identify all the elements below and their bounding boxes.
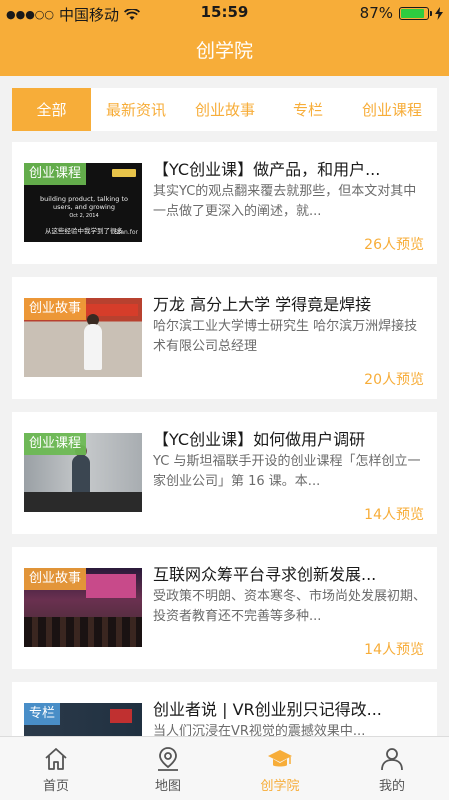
tab-all[interactable]: 全部 bbox=[12, 88, 91, 131]
preview-count: 26人预览 bbox=[364, 237, 424, 253]
article-title: 互联网众筹平台寻求创新发展... bbox=[153, 565, 377, 584]
battery-percent: 87% bbox=[359, 4, 393, 22]
thumb-person bbox=[84, 324, 102, 370]
category-tag: 专栏 bbox=[24, 703, 61, 725]
app-screen: ●●●○○ 中国移动 15:59 87% 创学院 全部 最新资讯 创业故事 专栏… bbox=[0, 0, 449, 800]
category-tabs: 全部 最新资讯 创业故事 专栏 创业课程 bbox=[12, 88, 437, 131]
article-thumbnail: building product, talking to users, and … bbox=[24, 163, 142, 242]
bottom-tab-home[interactable]: 首页 bbox=[0, 737, 112, 800]
article-thumbnail: 创业故事 bbox=[24, 568, 142, 647]
thumb-logo bbox=[110, 709, 132, 723]
article-card[interactable]: 创业故事 互联网众筹平台寻求创新发展... 受政策不明朗、资本寒冬、市场尚处发展… bbox=[12, 547, 437, 669]
preview-count: 14人预览 bbox=[364, 642, 424, 658]
bottom-tab-label: 创学院 bbox=[260, 779, 300, 794]
bottom-tab-label: 首页 bbox=[42, 779, 69, 794]
status-right: 87% bbox=[360, 4, 443, 22]
preview-count: 20人预览 bbox=[364, 372, 424, 388]
tab-column[interactable]: 专栏 bbox=[269, 88, 347, 131]
category-tag: 创业故事 bbox=[24, 568, 87, 590]
category-tag: 创业课程 bbox=[24, 433, 87, 455]
status-bar: ●●●○○ 中国移动 15:59 87% bbox=[0, 0, 449, 26]
thumb-text-line: users, and growing bbox=[53, 203, 115, 211]
preview-count: 14人预览 bbox=[364, 507, 424, 523]
bottom-tab-bar: 首页 地图 创学院 我的 bbox=[0, 736, 449, 800]
article-title: 【YC创业课】做产品，和用户... bbox=[153, 160, 381, 179]
tab-latest-news[interactable]: 最新资讯 bbox=[91, 88, 181, 131]
article-card[interactable]: 创业课程 【YC创业课】如何做用户调研 YC 与斯坦福联手开设的创业课程「怎样创… bbox=[12, 412, 437, 534]
user-icon bbox=[381, 748, 403, 771]
article-card[interactable]: 创业故事 万龙 高分上大学 学得竟是焊接 哈尔滨工业大学博士研究生 哈尔滨万洲焊… bbox=[12, 277, 437, 399]
bottom-tab-label: 我的 bbox=[378, 779, 405, 794]
page-title: 创学院 bbox=[195, 40, 253, 62]
category-tag: 创业故事 bbox=[24, 298, 87, 320]
article-title: 万龙 高分上大学 学得竟是焊接 bbox=[153, 295, 372, 314]
article-title: 创业者说 | VR创业别只记得改... bbox=[153, 700, 382, 719]
category-tag: 创业课程 bbox=[24, 163, 87, 185]
article-title: 【YC创业课】如何做用户调研 bbox=[153, 430, 366, 449]
tab-startup-courses[interactable]: 创业课程 bbox=[347, 88, 437, 131]
article-summary: 其实YC的观点翻来覆去就那些，但本文对其中一点做了更深入的阐述，就... bbox=[153, 184, 417, 219]
article-summary: YC 与斯坦福联手开设的创业课程「怎样创立一家创业公司」第 16 课。本... bbox=[153, 454, 421, 489]
bottom-tab-academy[interactable]: 创学院 bbox=[224, 737, 336, 800]
thumb-stage-screen bbox=[86, 574, 136, 598]
thumb-text-line: building product, talking to bbox=[40, 195, 128, 203]
bottom-tab-profile[interactable]: 我的 bbox=[336, 737, 448, 800]
battery-fill bbox=[401, 8, 424, 18]
article-summary: 受政策不明朗、资本寒冬、市场尚处发展初期、投资者教育还不完善等多种... bbox=[153, 589, 427, 624]
logo-icon bbox=[112, 169, 136, 177]
article-summary: 哈尔滨工业大学博士研究生 哈尔滨万洲焊接技术有限公司总经理 bbox=[153, 319, 418, 354]
home-icon bbox=[45, 748, 67, 770]
top-bar: ●●●○○ 中国移动 15:59 87% 创学院 bbox=[0, 0, 449, 76]
thumb-crowd bbox=[24, 617, 142, 647]
charging-icon bbox=[435, 6, 443, 20]
bottom-tab-label: 地图 bbox=[154, 779, 181, 794]
thumb-watermark: Stan.for bbox=[114, 229, 138, 236]
article-card[interactable]: building product, talking to users, and … bbox=[12, 142, 437, 264]
map-pin-icon bbox=[158, 747, 178, 771]
tab-startup-stories[interactable]: 创业故事 bbox=[181, 88, 269, 131]
article-thumbnail: 创业故事 bbox=[24, 298, 142, 377]
article-thumbnail: 创业课程 bbox=[24, 433, 142, 512]
bottom-tab-map[interactable]: 地图 bbox=[112, 737, 224, 800]
graduation-cap-icon bbox=[268, 750, 292, 767]
battery-icon bbox=[399, 6, 432, 20]
thumb-caption-bar bbox=[24, 492, 142, 512]
thumb-date: Oct 2, 2014 bbox=[69, 213, 99, 219]
